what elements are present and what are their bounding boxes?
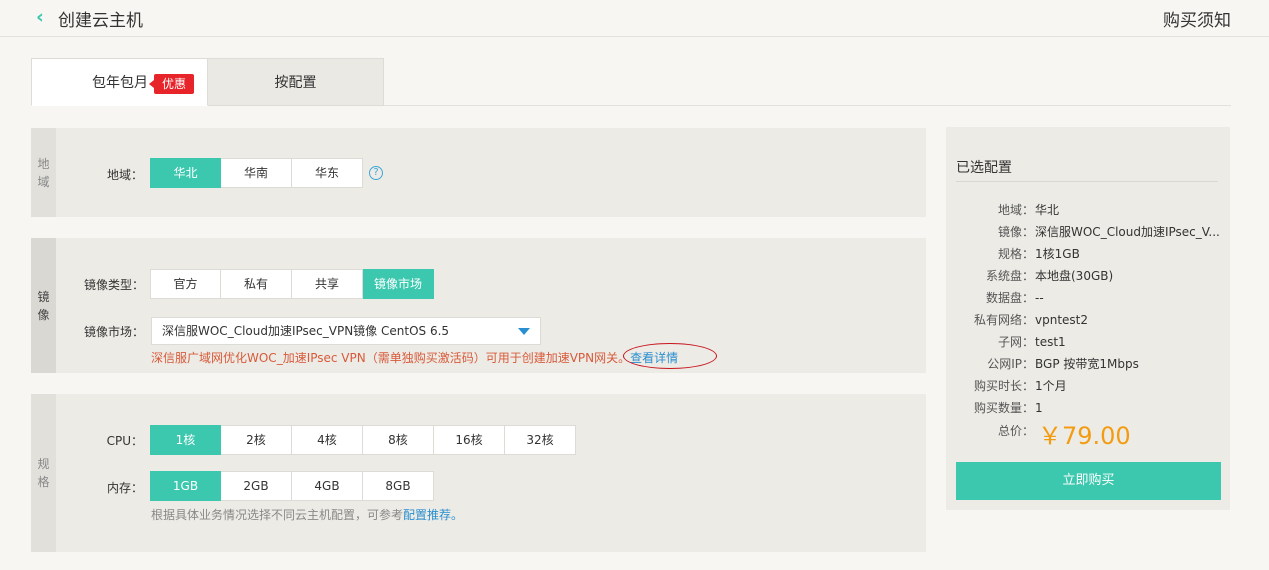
image-type-private[interactable]: 私有 [221, 269, 292, 299]
image-type-official[interactable]: 官方 [150, 269, 221, 299]
total-label: 总价： [997, 424, 1034, 438]
page-title: 创建云主机 [58, 11, 143, 31]
summary-row: 购买时长： 1个月 [973, 379, 1067, 393]
cpu-option-2[interactable]: 2核 [221, 425, 292, 455]
region-option-north[interactable]: 华北 [150, 158, 221, 188]
spec-side-label: 规 格 [31, 394, 56, 552]
summary-row: 私有网络： vpntest2 [973, 313, 1089, 327]
cpu-label: CPU： [106, 434, 143, 448]
summary-title: 已选配置 [956, 160, 1012, 176]
billing-tabs: 包年包月 优惠 按配置 [31, 58, 1231, 106]
summary-row: 公网IP： BGP 按带宽1Mbps [987, 357, 1139, 371]
total-price: ￥79.00 [1038, 422, 1131, 450]
cpu-option-4[interactable]: 4核 [292, 425, 363, 455]
cpu-option-16[interactable]: 16核 [434, 425, 505, 455]
summary-row: 系统盘： 本地盘(30GB) [985, 269, 1114, 283]
image-type-label: 镜像类型： [83, 278, 144, 292]
summary-row: 地域： 华北 [997, 203, 1060, 217]
config-recommend-link[interactable]: 配置推荐。 [403, 508, 463, 522]
cpu-option-1[interactable]: 1核 [150, 425, 221, 455]
tab-yearly-monthly[interactable]: 包年包月 优惠 [31, 58, 208, 106]
summary-row: 规格： 1核1GB [997, 247, 1080, 261]
summary-row: 子网： test1 [997, 335, 1066, 349]
summary-row: 数据盘： -- [985, 291, 1044, 305]
promo-badge: 优惠 [148, 74, 195, 94]
buy-now-button[interactable]: 立即购买 [956, 462, 1221, 500]
memory-button-group: 1GB 2GB 4GB 8GB [150, 471, 434, 501]
cpu-button-group: 1核 2核 4核 8核 16核 32核 [150, 425, 576, 455]
memory-label: 内存： [106, 481, 143, 495]
memory-option-4gb[interactable]: 4GB [292, 471, 363, 501]
region-option-south[interactable]: 华南 [221, 158, 292, 188]
dropdown-caret-icon [518, 328, 530, 335]
selected-config-panel: 已选配置 地域： 华北 镜像： 深信服WOC_Cloud加速IPsec_V... 规… [946, 127, 1230, 510]
summary-divider [956, 181, 1218, 182]
spec-hint: 根据具体业务情况选择不同云主机配置，可参考配置推荐。 [151, 508, 464, 522]
highlight-annotation [623, 343, 717, 369]
memory-option-2gb[interactable]: 2GB [221, 471, 292, 501]
image-market-select[interactable]: 深信服WOC_Cloud加速IPsec_VPN镜像 CentOS 6.5 [151, 317, 541, 345]
image-description: 深信服广域网优化WOC_加速IPsec VPN（需单独购买激活码）可用于创建加速… [151, 351, 679, 365]
top-bar: ‹ 创建云主机 购买须知 [0, 0, 1269, 37]
summary-row: 购买数量： 1 [973, 401, 1043, 415]
memory-option-8gb[interactable]: 8GB [363, 471, 434, 501]
summary-row: 镜像： 深信服WOC_Cloud加速IPsec_V... [997, 225, 1220, 239]
region-side-label: 地 域 [31, 128, 56, 217]
cpu-option-32[interactable]: 32核 [505, 425, 576, 455]
image-section: 镜 像 镜像类型： 官方 私有 共享 镜像市场 镜像市场： 深信服WOC_Clo… [31, 238, 926, 373]
image-type-shared[interactable]: 共享 [292, 269, 363, 299]
purchase-notice-link[interactable]: 购买须知 [1163, 6, 1231, 31]
image-type-market[interactable]: 镜像市场 [363, 269, 434, 299]
cpu-option-8[interactable]: 8核 [363, 425, 434, 455]
region-button-group: 华北 华南 华东 [150, 158, 363, 188]
chevron-left-icon[interactable]: ‹ [36, 7, 44, 27]
tab-by-config[interactable]: 按配置 [208, 58, 384, 106]
spec-section: 规 格 CPU： 1核 2核 4核 8核 16核 32核 内存： 1GB 2GB… [31, 394, 926, 552]
image-side-label: 镜 像 [31, 238, 56, 373]
image-market-value: 深信服WOC_Cloud加速IPsec_VPN镜像 CentOS 6.5 [162, 324, 450, 338]
image-type-button-group: 官方 私有 共享 镜像市场 [150, 269, 434, 299]
region-section: 地 域 地域： 华北 华南 华东 ? [31, 128, 926, 217]
region-label: 地域： [106, 168, 143, 182]
image-market-label: 镜像市场： [83, 325, 144, 339]
help-icon[interactable]: ? [369, 166, 383, 180]
tab-label: 包年包月 [92, 75, 148, 91]
region-option-east[interactable]: 华东 [292, 158, 363, 188]
memory-option-1gb[interactable]: 1GB [150, 471, 221, 501]
